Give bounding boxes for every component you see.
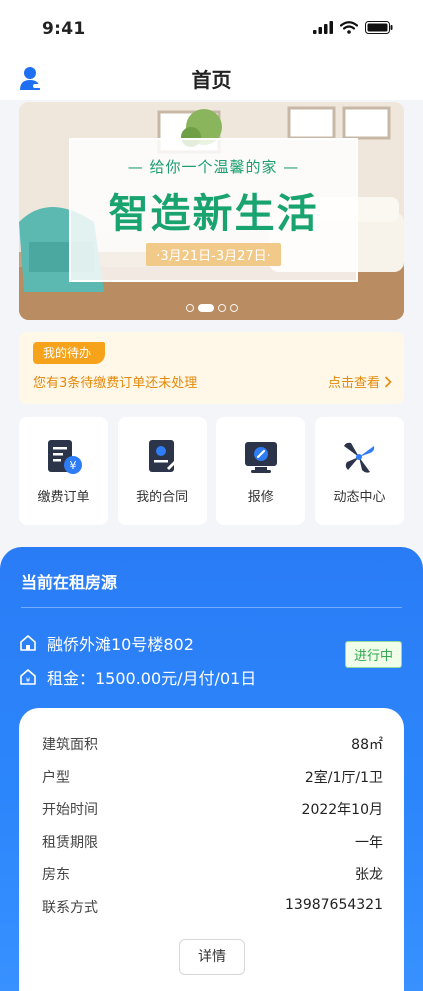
news-center-icon [344, 442, 375, 473]
quick-action-my-contract[interactable]: 我的合同 [117, 417, 207, 525]
quick-action-label: 缴费订单 [37, 490, 90, 505]
banner-date-range: ·3月21日-3月27日· [146, 243, 281, 266]
carousel-dot[interactable] [229, 304, 238, 312]
rent-house-icon: ¥ [20, 669, 36, 685]
detail-key: 联系方式 [42, 900, 98, 916]
quick-action-payment-orders[interactable]: ¥ 缴费订单 [19, 417, 108, 525]
details-button[interactable]: 详情 [179, 939, 245, 975]
banner-text-panel: — 给你一个温馨的家 — 智造新生活 ·3月21日-3月27日· [69, 138, 358, 282]
chevron-right-icon [384, 375, 392, 388]
view-todo-link[interactable]: 点击查看 [328, 372, 392, 391]
quick-action-news-center[interactable]: 动态中心 [314, 417, 404, 525]
detail-row: 房东 张龙 [42, 864, 383, 884]
rental-section-title: 当前在租房源 [21, 573, 118, 592]
svg-text:¥: ¥ [69, 459, 76, 472]
quick-action-label: 报修 [247, 490, 274, 505]
status-time: 9:41 [42, 19, 86, 39]
rental-status-badge: 进行中 [344, 641, 402, 668]
battery-icon [365, 21, 393, 34]
todo-badge: 我的待办 [33, 342, 106, 364]
carousel-dot-active[interactable] [197, 304, 214, 312]
promo-banner[interactable]: — 给你一个温馨的家 — 智造新生活 ·3月21日-3月27日· [19, 102, 404, 320]
detail-value: 一年 [355, 835, 383, 851]
detail-value: 88㎡ [351, 737, 383, 753]
banner-subtitle: — 给你一个温馨的家 — [127, 158, 300, 176]
status-bar: 9:41 [0, 0, 423, 58]
detail-key: 户型 [42, 770, 70, 786]
detail-key: 房东 [42, 867, 70, 883]
todo-message: 您有3条待缴费订单还未处理 [33, 376, 198, 391]
svg-text:¥: ¥ [26, 677, 31, 685]
detail-row: 户型 2室/1厅/1卫 [42, 767, 383, 787]
quick-action-label: 动态中心 [333, 490, 386, 505]
contract-icon [149, 440, 179, 472]
carousel-indicators [19, 304, 404, 312]
todo-card[interactable]: 我的待办 您有3条待缴费订单还未处理 点击查看 [19, 332, 404, 404]
detail-row: 租赁期限 一年 [42, 832, 383, 852]
rental-rent-row: ¥ 租金：1500.00元/月付/01日 [19, 665, 256, 689]
rental-address: 融侨外滩10号楼802 [47, 635, 194, 654]
nav-bar: 首页 [0, 58, 423, 100]
repair-icon [244, 442, 277, 473]
quick-action-label: 我的合同 [136, 490, 189, 505]
carousel-dot[interactable] [185, 304, 194, 312]
quick-actions: ¥ 缴费订单 我的合同 报修 动态中心 [19, 417, 404, 527]
page-title: 首页 [191, 68, 232, 92]
signal-icon [313, 21, 333, 34]
detail-key: 租赁期限 [42, 835, 98, 851]
quick-action-repair[interactable]: 报修 [216, 417, 306, 525]
detail-value: 2室/1厅/1卫 [304, 770, 383, 786]
carousel-dot[interactable] [217, 304, 226, 312]
detail-value: 2022年10月 [301, 802, 383, 818]
wifi-icon [340, 21, 358, 34]
detail-key: 开始时间 [42, 802, 98, 818]
payment-order-icon: ¥ [47, 440, 82, 474]
rental-rent: 租金：1500.00元/月付/01日 [47, 669, 257, 688]
detail-row: 开始时间 2022年10月 [42, 799, 383, 819]
detail-key: 建筑面积 [42, 737, 98, 753]
view-todo-label: 点击查看 [327, 376, 380, 391]
rental-address-row: 融侨外滩10号楼802 [19, 631, 194, 655]
home-icon [20, 635, 36, 651]
divider [21, 607, 402, 608]
detail-row: 建筑面积 88㎡ [42, 734, 383, 754]
detail-value[interactable]: 13987654321 [285, 897, 383, 917]
banner-headline: 智造新生活 [108, 191, 319, 237]
rental-details-card: 建筑面积 88㎡ 户型 2室/1厅/1卫 开始时间 2022年10月 租赁期限 … [19, 708, 404, 991]
detail-value: 张龙 [355, 867, 383, 883]
detail-row: 联系方式 13987654321 [42, 897, 383, 917]
status-icons [313, 21, 393, 34]
